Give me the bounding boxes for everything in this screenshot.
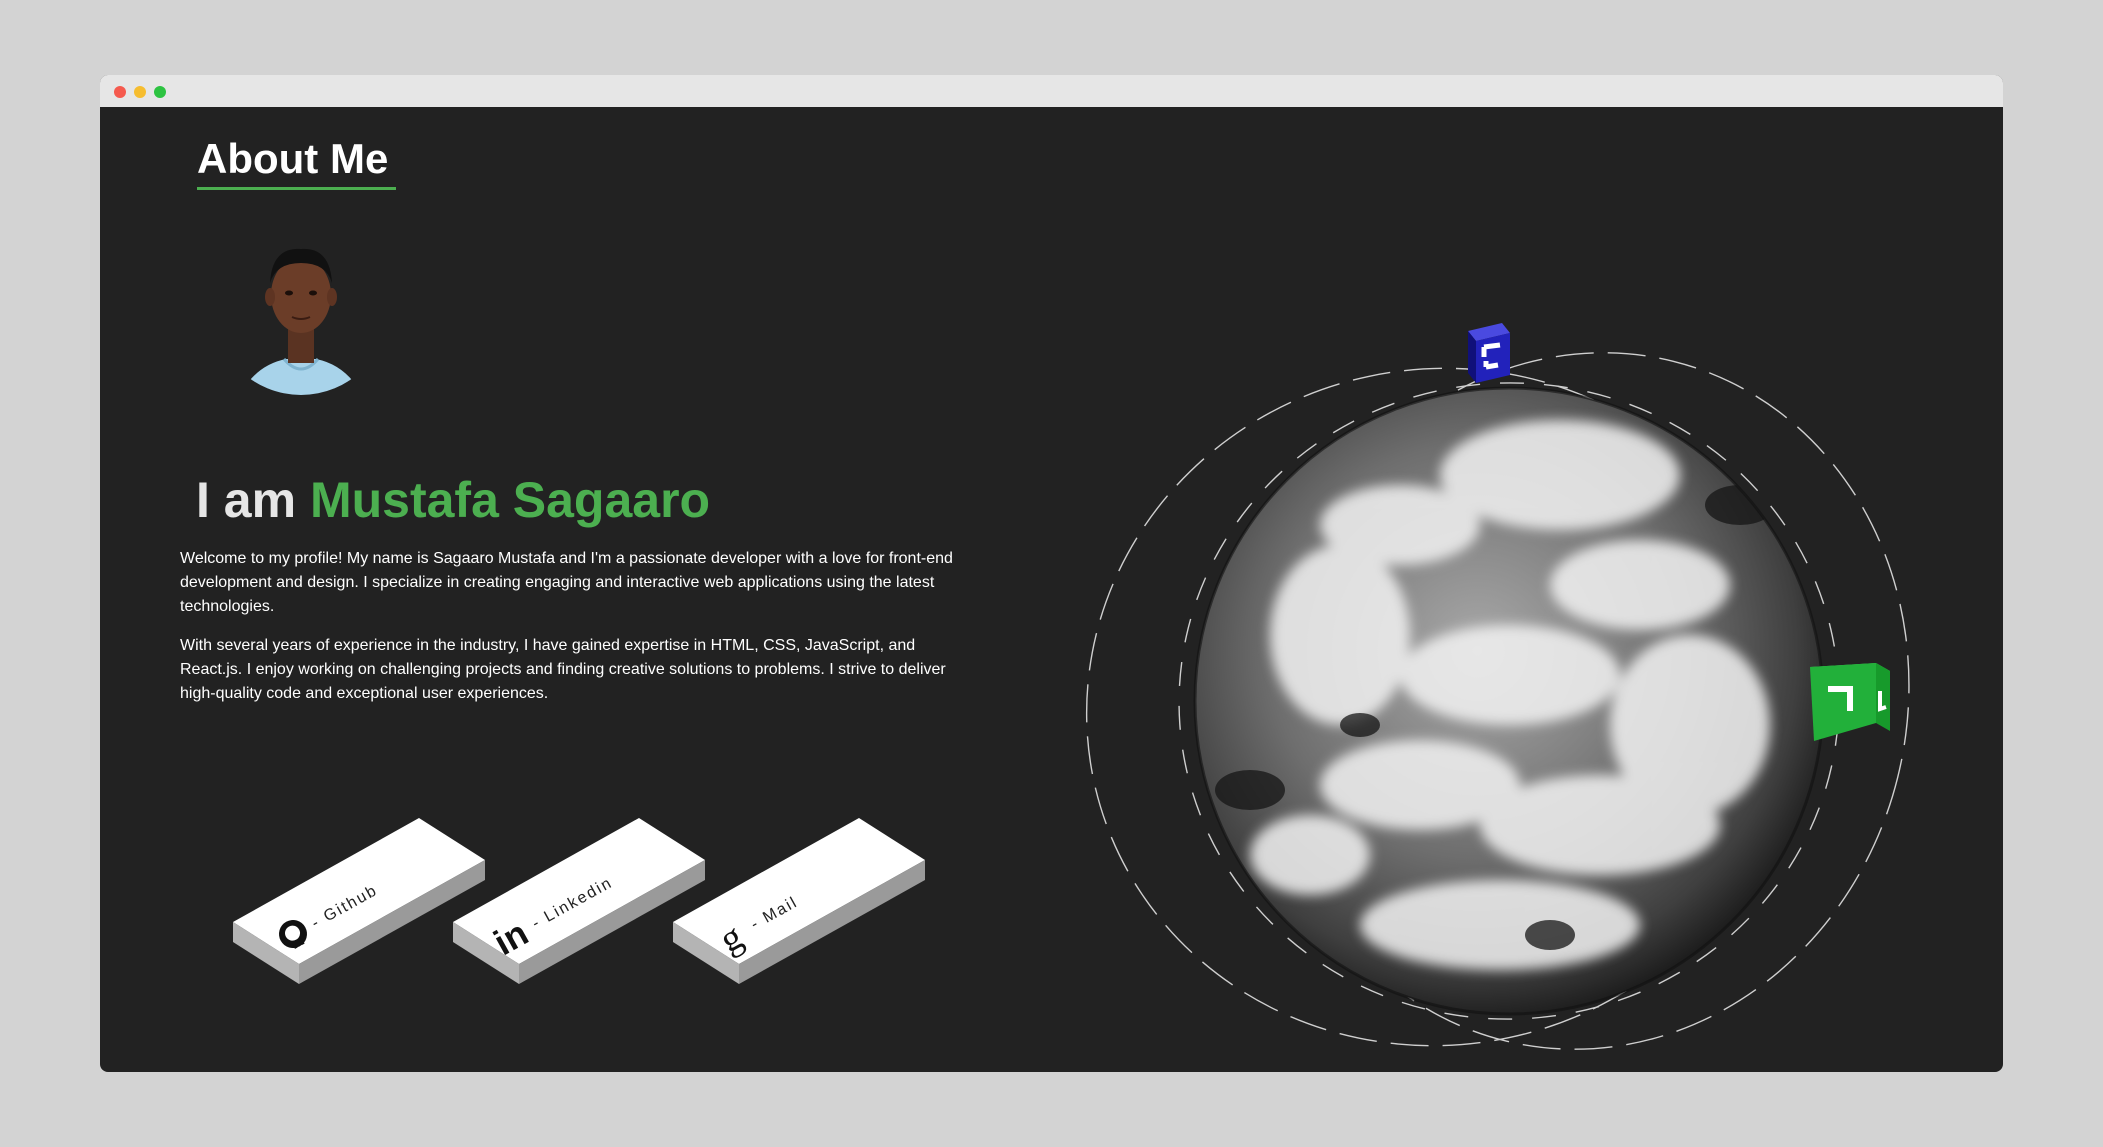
bio-section: Welcome to my profile! My name is Sagaar…	[180, 547, 960, 721]
bio-paragraph-1: Welcome to my profile! My name is Sagaar…	[180, 550, 953, 615]
minimize-window-dot[interactable]	[134, 86, 146, 98]
linkedin-link-card[interactable]: in - Linkedin	[453, 818, 705, 984]
blue-cube-icon	[1468, 323, 1510, 383]
bio-paragraph-2: With several years of experience in the …	[180, 637, 946, 702]
mail-link-card[interactable]: g - Mail	[673, 818, 925, 984]
earth-globe-scene	[1085, 323, 1910, 1050]
close-window-dot[interactable]	[114, 86, 126, 98]
hero-prefix: I am	[196, 472, 297, 528]
hero-name: Mustafa Sagaaro	[309, 472, 711, 528]
maximize-window-dot[interactable]	[154, 86, 166, 98]
browser-window: About Me I am Mustafa Sagaaro Welcome to…	[100, 75, 2003, 1072]
hero-headline: I am Mustafa Sagaaro	[196, 471, 710, 529]
page-title: About Me	[197, 135, 397, 190]
github-link-card[interactable]: - Github	[233, 818, 485, 984]
green-cube-icon	[1810, 663, 1890, 741]
profile-avatar	[231, 248, 371, 395]
window-titlebar	[100, 75, 2003, 107]
earth-icon	[1193, 386, 1825, 1016]
